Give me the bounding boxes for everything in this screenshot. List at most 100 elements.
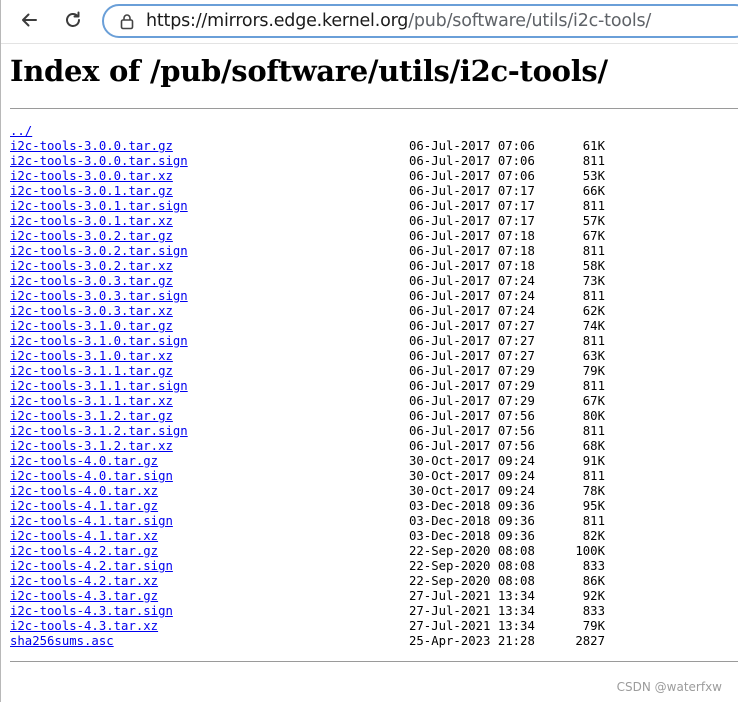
file-link[interactable]: i2c-tools-3.0.1.tar.sign (10, 199, 188, 213)
file-date: 06-Jul-2017 07:17 (409, 199, 535, 213)
file-date: 25-Apr-2023 21:28 (409, 634, 535, 648)
file-size: 62K (582, 304, 605, 318)
file-row: i2c-tools-3.1.2.tar.sign 06-Jul-2017 07:5… (10, 424, 605, 439)
file-link[interactable]: i2c-tools-4.2.tar.gz (10, 544, 158, 558)
file-date: 22-Sep-2020 08:08 (409, 574, 535, 588)
file-size: 57K (582, 214, 605, 228)
file-size: 68K (582, 439, 605, 453)
file-row: i2c-tools-3.1.0.tar.xz 06-Jul-2017 07:27 6… (10, 349, 605, 364)
file-row: i2c-tools-3.1.0.tar.sign 06-Jul-2017 07:2… (10, 334, 605, 349)
browser-toolbar: https://mirrors.edge.kernel.org/pub/soft… (1, 0, 738, 44)
file-link[interactable]: i2c-tools-4.0.tar.xz (10, 484, 158, 498)
file-link[interactable]: i2c-tools-3.1.1.tar.xz (10, 394, 173, 408)
file-link[interactable]: i2c-tools-4.0.tar.gz (10, 454, 158, 468)
file-row: i2c-tools-4.0.tar.gz 30-Oct-2017 09:24 91K (10, 454, 605, 469)
file-date: 06-Jul-2017 07:56 (409, 439, 535, 453)
file-link[interactable]: i2c-tools-4.0.tar.sign (10, 469, 173, 483)
file-date: 06-Jul-2017 07:06 (409, 154, 535, 168)
file-size: 811 (582, 469, 605, 483)
file-link[interactable]: i2c-tools-4.3.tar.xz (10, 619, 158, 633)
file-link[interactable]: sha256sums.asc (10, 634, 114, 648)
file-size: 61K (582, 139, 605, 153)
file-size: 811 (582, 154, 605, 168)
file-size: 95K (582, 499, 605, 513)
file-link[interactable]: i2c-tools-4.3.tar.sign (10, 604, 173, 618)
file-link[interactable]: i2c-tools-4.1.tar.xz (10, 529, 158, 543)
file-link[interactable]: i2c-tools-3.0.2.tar.sign (10, 244, 188, 258)
file-size: 63K (582, 349, 605, 363)
back-arrow-icon (19, 10, 39, 34)
file-size: 79K (582, 619, 605, 633)
file-date: 30-Oct-2017 09:24 (409, 484, 535, 498)
file-row: i2c-tools-3.1.1.tar.sign 06-Jul-2017 07:2… (10, 379, 605, 394)
file-size: 91K (582, 454, 605, 468)
divider-bottom (10, 661, 738, 662)
url-path: /pub/software/utils/i2c-tools/ (408, 11, 652, 31)
file-link[interactable]: i2c-tools-3.1.0.tar.sign (10, 334, 188, 348)
file-link[interactable]: i2c-tools-3.0.3.tar.sign (10, 289, 188, 303)
file-size: 79K (582, 364, 605, 378)
file-link[interactable]: i2c-tools-3.0.2.tar.gz (10, 229, 173, 243)
back-button[interactable] (15, 8, 43, 36)
file-link[interactable]: i2c-tools-3.0.0.tar.sign (10, 154, 188, 168)
file-size: 82K (582, 529, 605, 543)
file-size: 811 (582, 424, 605, 438)
file-size: 2827 (575, 634, 605, 648)
reload-button[interactable] (59, 8, 87, 36)
file-link[interactable]: i2c-tools-3.1.2.tar.gz (10, 409, 173, 423)
file-link[interactable]: i2c-tools-3.0.3.tar.xz (10, 304, 173, 318)
file-size: 67K (582, 229, 605, 243)
file-row: i2c-tools-3.1.1.tar.gz 06-Jul-2017 07:29 7… (10, 364, 605, 379)
file-row: i2c-tools-3.0.1.tar.xz 06-Jul-2017 07:17 5… (10, 214, 605, 229)
file-date: 06-Jul-2017 07:18 (409, 259, 535, 273)
file-date: 27-Jul-2021 13:34 (409, 589, 535, 603)
file-size: 811 (582, 334, 605, 348)
file-size: 833 (582, 604, 605, 618)
file-link[interactable]: i2c-tools-3.1.1.tar.gz (10, 364, 173, 378)
file-link[interactable]: i2c-tools-3.1.0.tar.gz (10, 319, 173, 333)
file-date: 06-Jul-2017 07:27 (409, 319, 535, 333)
file-link[interactable]: i2c-tools-4.1.tar.gz (10, 499, 158, 513)
file-date: 27-Jul-2021 13:34 (409, 604, 535, 618)
file-link[interactable]: i2c-tools-4.1.tar.sign (10, 514, 173, 528)
file-date: 06-Jul-2017 07:29 (409, 364, 535, 378)
reload-icon (63, 10, 83, 34)
file-size: 100K (575, 544, 605, 558)
file-date: 22-Sep-2020 08:08 (409, 559, 535, 573)
file-row: i2c-tools-3.0.1.tar.gz 06-Jul-2017 07:17 6… (10, 184, 605, 199)
file-link[interactable]: i2c-tools-4.2.tar.sign (10, 559, 173, 573)
file-date: 06-Jul-2017 07:06 (409, 169, 535, 183)
file-row: i2c-tools-3.0.1.tar.sign 06-Jul-2017 07:1… (10, 199, 605, 214)
file-row: i2c-tools-3.0.3.tar.sign 06-Jul-2017 07:2… (10, 289, 605, 304)
file-link[interactable]: i2c-tools-3.1.2.tar.xz (10, 439, 173, 453)
file-link[interactable]: i2c-tools-3.0.1.tar.gz (10, 184, 173, 198)
file-date: 03-Dec-2018 09:36 (409, 529, 535, 543)
file-link[interactable]: i2c-tools-3.0.0.tar.gz (10, 139, 173, 153)
file-row: i2c-tools-3.0.2.tar.sign 06-Jul-2017 07:1… (10, 244, 605, 259)
file-row: i2c-tools-3.0.2.tar.xz 06-Jul-2017 07:18 5… (10, 259, 605, 274)
file-size: 58K (582, 259, 605, 273)
file-row: i2c-tools-3.0.0.tar.sign 06-Jul-2017 07:0… (10, 154, 605, 169)
parent-directory-link[interactable]: ../ (10, 124, 32, 138)
file-link[interactable]: i2c-tools-3.0.2.tar.xz (10, 259, 173, 273)
file-row: i2c-tools-4.3.tar.gz 27-Jul-2021 13:34 92K (10, 589, 605, 604)
lock-icon[interactable] (120, 13, 134, 30)
file-size: 74K (582, 319, 605, 333)
file-link[interactable]: i2c-tools-3.0.0.tar.xz (10, 169, 173, 183)
file-row: i2c-tools-4.1.tar.xz 03-Dec-2018 09:36 82K (10, 529, 605, 544)
file-link[interactable]: i2c-tools-3.1.0.tar.xz (10, 349, 173, 363)
file-link[interactable]: i2c-tools-3.0.3.tar.gz (10, 274, 173, 288)
file-date: 06-Jul-2017 07:24 (409, 289, 535, 303)
watermark: CSDN @waterfxw (616, 680, 722, 694)
file-link[interactable]: i2c-tools-4.3.tar.gz (10, 589, 158, 603)
file-row: i2c-tools-4.1.tar.sign 03-Dec-2018 09:36 8… (10, 514, 605, 529)
file-link[interactable]: i2c-tools-4.2.tar.xz (10, 574, 158, 588)
file-row: i2c-tools-4.2.tar.gz 22-Sep-2020 08:08 100… (10, 544, 605, 559)
file-date: 22-Sep-2020 08:08 (409, 544, 535, 558)
url-text[interactable]: https://mirrors.edge.kernel.org/pub/soft… (146, 11, 651, 31)
address-bar[interactable]: https://mirrors.edge.kernel.org/pub/soft… (102, 4, 738, 38)
file-link[interactable]: i2c-tools-3.1.2.tar.sign (10, 424, 188, 438)
file-date: 03-Dec-2018 09:36 (409, 499, 535, 513)
file-link[interactable]: i2c-tools-3.0.1.tar.xz (10, 214, 173, 228)
file-link[interactable]: i2c-tools-3.1.1.tar.sign (10, 379, 188, 393)
